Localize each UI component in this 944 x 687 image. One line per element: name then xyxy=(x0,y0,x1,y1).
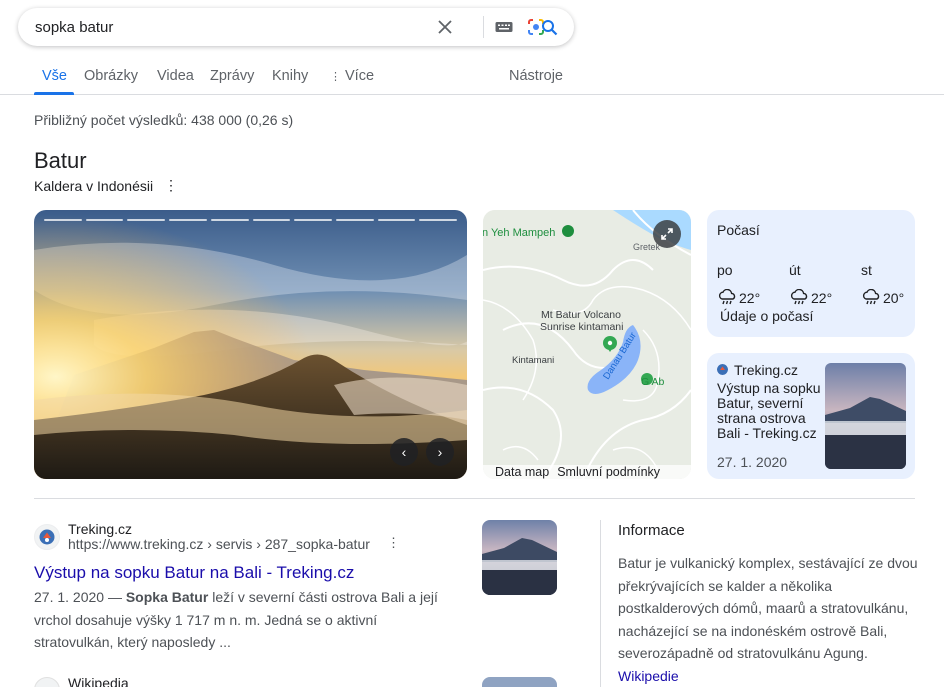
tab-books[interactable]: Knihy xyxy=(272,68,308,84)
article-date: 27. 1. 2020 xyxy=(717,454,788,470)
knowledge-subtitle: Kaldera v Indonésii xyxy=(34,178,154,194)
weather-day: po xyxy=(717,262,733,278)
keyboard-icon[interactable] xyxy=(494,17,514,37)
info-description: Batur je vulkanický komplex, sestávající… xyxy=(618,552,918,687)
info-text: Batur je vulkanický komplex, sestávající… xyxy=(618,555,918,661)
rain-cloud-icon xyxy=(718,289,736,305)
weather-temp: 20° xyxy=(883,289,905,306)
weather-card[interactable]: Počasí po út st 22° 22° 20° Údaje o poča… xyxy=(707,210,915,337)
weather-title: Počasí xyxy=(717,222,760,238)
tab-all[interactable]: Vše xyxy=(42,68,67,84)
search-icon[interactable] xyxy=(539,17,559,37)
weather-temp: 22° xyxy=(811,289,833,306)
more-options-icon[interactable]: ⋮ xyxy=(164,177,178,194)
carousel-next-button[interactable]: › xyxy=(426,438,454,466)
search-box[interactable] xyxy=(18,8,574,46)
map-label-ab: G Ab xyxy=(641,376,665,388)
rain-cloud-icon xyxy=(862,289,880,305)
result-date: 27. 1. 2020 — xyxy=(34,589,122,605)
result-more-options-icon[interactable]: ⋮ xyxy=(387,535,400,551)
expand-map-icon[interactable] xyxy=(653,220,681,248)
map-graphic: n Yeh Mampeh Gretek Mt Batur Volcano Sun… xyxy=(483,210,691,479)
article-title: Výstup na sopku Batur, severní strana os… xyxy=(717,381,821,441)
active-tab-indicator xyxy=(34,92,74,95)
map-label-volcano: Mt Batur Volcano xyxy=(541,309,621,321)
carousel-prev-button[interactable]: ‹ xyxy=(390,438,418,466)
weather-forecast-item: 22° xyxy=(718,289,760,306)
map-label-kintamani: Kintamani xyxy=(512,355,554,366)
search-input[interactable] xyxy=(35,16,435,38)
result-bold-term: Sopka Batur xyxy=(125,589,209,605)
weather-forecast-item: 22° xyxy=(790,289,832,306)
wikipedia-link[interactable]: Wikipedie xyxy=(618,668,679,684)
carousel-progress xyxy=(44,219,458,221)
weather-day: st xyxy=(861,262,872,278)
info-divider xyxy=(600,520,601,687)
article-card[interactable]: Treking.cz Výstup na sopku Batur, severn… xyxy=(707,353,915,479)
result-favicon[interactable] xyxy=(34,524,60,550)
result-thumbnail[interactable] xyxy=(482,520,557,595)
tab-images[interactable]: Obrázky xyxy=(84,68,138,84)
tab-tools[interactable]: Nástroje xyxy=(509,68,563,84)
treking-favicon-icon xyxy=(39,529,55,545)
map-data-link[interactable]: Data map xyxy=(495,465,549,479)
result-favicon[interactable] xyxy=(34,677,60,687)
map-label-sunrise: Sunrise kintamani xyxy=(540,321,623,333)
result-thumbnail[interactable] xyxy=(482,677,557,687)
map-thumbnail[interactable]: n Yeh Mampeh Gretek Mt Batur Volcano Sun… xyxy=(483,210,691,479)
weather-details-link[interactable]: Údaje o počasí xyxy=(720,308,813,324)
weather-forecast-item: 20° xyxy=(862,289,904,306)
tab-videos[interactable]: Videa xyxy=(157,68,194,84)
article-source: Treking.cz xyxy=(734,362,799,378)
map-label-yeh-mampeh: n Yeh Mampeh xyxy=(483,227,555,239)
weather-day: út xyxy=(789,262,801,278)
tab-more[interactable]: ⋮ Více xyxy=(330,68,374,84)
close-icon[interactable] xyxy=(435,17,455,37)
weather-temp: 22° xyxy=(739,289,761,306)
result-title-link[interactable]: Výstup na sopku Batur na Bali - Treking.… xyxy=(34,563,354,583)
rain-cloud-icon xyxy=(790,289,808,305)
search-tabs: Vše Obrázky Videa Zprávy Knihy ⋮ Více Nás… xyxy=(0,62,944,95)
more-vert-icon: ⋮ xyxy=(330,71,341,83)
result-site-name[interactable]: Wikipedia xyxy=(68,675,129,687)
treking-favicon-icon xyxy=(717,364,728,375)
info-heading: Informace xyxy=(618,522,685,539)
hero-image[interactable]: ‹ › xyxy=(34,210,467,479)
tab-news[interactable]: Zprávy xyxy=(210,68,254,84)
result-site-name[interactable]: Treking.cz xyxy=(68,521,132,537)
result-stats: Přibližný počet výsledků: 438 000 (0,26 … xyxy=(34,112,294,128)
article-thumbnail xyxy=(825,363,906,469)
tab-more-label: Více xyxy=(345,68,375,84)
knowledge-title: Batur xyxy=(34,148,87,173)
result-url[interactable]: https://www.treking.cz › servis › 287_so… xyxy=(68,536,370,552)
map-footer: Data map Smluvní podmínky xyxy=(483,465,691,479)
search-divider xyxy=(483,16,484,38)
map-terms-link[interactable]: Smluvní podmínky xyxy=(557,465,660,479)
section-divider xyxy=(34,498,915,499)
result-snippet: 27. 1. 2020 — Sopka Batur leží v severní… xyxy=(34,586,454,654)
